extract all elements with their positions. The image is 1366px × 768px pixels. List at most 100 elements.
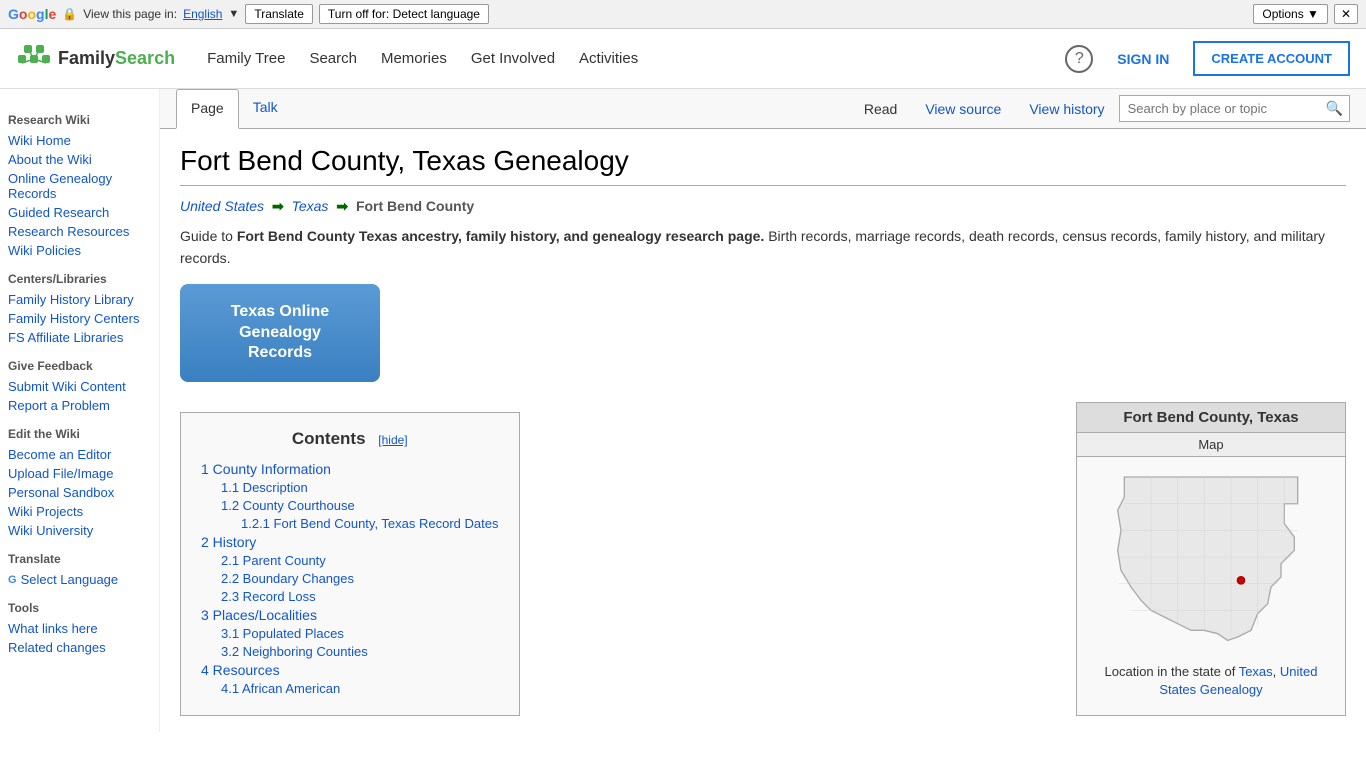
tab-read[interactable]: Read	[850, 91, 911, 127]
contents-item-2-2: 2.2 Boundary Changes	[221, 571, 499, 586]
sidebar-item-what-links-here[interactable]: What links here	[8, 619, 151, 638]
map-box-title: Fort Bend County, Texas	[1077, 403, 1345, 433]
sidebar-item-report-problem[interactable]: Report a Problem	[8, 396, 151, 415]
translate-button[interactable]: Translate	[245, 4, 313, 24]
sidebar-item-fs-affiliate[interactable]: FS Affiliate Libraries	[8, 328, 151, 347]
contents-link-2[interactable]: 2 History	[201, 534, 256, 550]
map-caption-texas-link[interactable]: Texas	[1239, 664, 1273, 679]
sidebar-title-translate: Translate	[8, 552, 151, 566]
sidebar-section-centers-libraries: Centers/Libraries Family History Library…	[8, 272, 151, 347]
nav-activities[interactable]: Activities	[571, 46, 646, 71]
sidebar-item-guided-research[interactable]: Guided Research	[8, 203, 151, 222]
contents-link-1-2[interactable]: 1.2 County Courthouse	[221, 498, 355, 513]
sidebar-item-about-wiki[interactable]: About the Wiki	[8, 150, 151, 169]
page-title: Fort Bend County, Texas Genealogy	[180, 145, 1346, 186]
wiki-search-button[interactable]: 🔍	[1320, 96, 1349, 121]
sidebar-item-submit-wiki[interactable]: Submit Wiki Content	[8, 377, 151, 396]
map-caption: Location in the state of Texas, United S…	[1077, 657, 1345, 709]
contents-item-4: 4 Resources	[201, 662, 499, 678]
options-button[interactable]: Options ▼	[1253, 4, 1328, 24]
breadcrumb: United States ➡ Texas ➡ Fort Bend County	[180, 198, 1346, 215]
sidebar-title-feedback: Give Feedback	[8, 359, 151, 373]
lock-icon: 🔒	[62, 7, 77, 21]
tab-page[interactable]: Page	[176, 89, 239, 129]
sidebar-item-family-history-library[interactable]: Family History Library	[8, 290, 151, 309]
breadcrumb-us[interactable]: United States	[180, 198, 264, 214]
map-box: Fort Bend County, Texas Map	[1076, 402, 1346, 716]
contents-item-2-1: 2.1 Parent County	[221, 553, 499, 568]
sidebar-item-wiki-university[interactable]: Wiki University	[8, 521, 151, 540]
sidebar-section-tools: Tools What links here Related changes	[8, 601, 151, 657]
create-account-button[interactable]: CREATE ACCOUNT	[1193, 41, 1350, 76]
sidebar-item-related-changes[interactable]: Related changes	[8, 638, 151, 657]
contents-hide-link[interactable]: [hide]	[378, 433, 407, 447]
contents-list: 1 County Information 1.1 Description 1.2…	[201, 461, 499, 696]
contents-item-1-2-1: 1.2.1 Fort Bend County, Texas Record Dat…	[241, 516, 499, 531]
sign-in-button[interactable]: SIGN IN	[1105, 43, 1181, 75]
contents-link-4[interactable]: 4 Resources	[201, 662, 280, 678]
sidebar-section-feedback: Give Feedback Submit Wiki Content Report…	[8, 359, 151, 415]
sidebar-item-wiki-policies[interactable]: Wiki Policies	[8, 241, 151, 260]
sidebar-item-research-resources[interactable]: Research Resources	[8, 222, 151, 241]
translate-prefix: View this page in:	[83, 7, 177, 21]
sidebar: Research Wiki Wiki Home About the Wiki O…	[0, 89, 160, 732]
contents-item-1: 1 County Information	[201, 461, 499, 477]
google-translate-mini-logo: G	[8, 574, 17, 586]
map-image-area	[1077, 457, 1345, 657]
translate-bar: Google 🔒 View this page in: English▼ Tra…	[0, 0, 1366, 29]
wiki-search-input[interactable]	[1120, 97, 1320, 120]
sidebar-item-wiki-home[interactable]: Wiki Home	[8, 131, 151, 150]
contents-link-1-1[interactable]: 1.1 Description	[221, 480, 308, 495]
contents-link-2-2[interactable]: 2.2 Boundary Changes	[221, 571, 354, 586]
sidebar-item-become-editor[interactable]: Become an Editor	[8, 445, 151, 464]
sidebar-title-centers: Centers/Libraries	[8, 272, 151, 286]
contents-link-3-2[interactable]: 3.2 Neighboring Counties	[221, 644, 368, 659]
contents-link-4-1[interactable]: 4.1 African American	[221, 681, 340, 696]
nav-get-involved[interactable]: Get Involved	[463, 46, 563, 71]
contents-link-3[interactable]: 3 Places/Localities	[201, 607, 317, 623]
sidebar-title-research-wiki: Research Wiki	[8, 113, 151, 127]
contents-link-3-1[interactable]: 3.1 Populated Places	[221, 626, 344, 641]
contents-link-2-3[interactable]: 2.3 Record Loss	[221, 589, 316, 604]
nav-memories[interactable]: Memories	[373, 46, 455, 71]
contents-item-3-1: 3.1 Populated Places	[221, 626, 499, 641]
breadcrumb-current: Fort Bend County	[356, 198, 474, 214]
sidebar-item-personal-sandbox[interactable]: Personal Sandbox	[8, 483, 151, 502]
tab-talk[interactable]: Talk	[239, 89, 292, 129]
contents-link-2-1[interactable]: 2.1 Parent County	[221, 553, 326, 568]
main-layout: Research Wiki Wiki Home About the Wiki O…	[0, 89, 1366, 732]
texas-genealogy-records-button[interactable]: Texas Online Genealogy Records	[180, 284, 380, 382]
sidebar-item-upload-file[interactable]: Upload File/Image	[8, 464, 151, 483]
tab-view-source[interactable]: View source	[911, 91, 1015, 127]
contents-item-1-2: 1.2 County Courthouse	[221, 498, 499, 513]
turn-off-button[interactable]: Turn off for: Detect language	[319, 4, 489, 24]
breadcrumb-texas[interactable]: Texas	[292, 198, 329, 214]
contents-item-2-3: 2.3 Record Loss	[221, 589, 499, 604]
sidebar-section-research-wiki: Research Wiki Wiki Home About the Wiki O…	[8, 113, 151, 260]
contents-item-1-1: 1.1 Description	[221, 480, 499, 495]
google-logo: Google	[8, 6, 56, 22]
contents-item-2: 2 History	[201, 534, 499, 550]
header-right: ? SIGN IN CREATE ACCOUNT	[1065, 41, 1350, 76]
contents-item-3-2: 3.2 Neighboring Counties	[221, 644, 499, 659]
content-area: Page Talk Read View source View history …	[160, 89, 1366, 732]
contents-link-1[interactable]: 1 County Information	[201, 461, 331, 477]
translate-lang-link[interactable]: English	[183, 7, 222, 21]
description-text: Guide to Fort Bend County Texas ancestry…	[180, 225, 1346, 270]
nav-family-tree[interactable]: Family Tree	[199, 46, 293, 71]
contents-link-1-2-1[interactable]: 1.2.1 Fort Bend County, Texas Record Dat…	[241, 516, 499, 531]
sidebar-item-select-language[interactable]: Select Language	[21, 570, 119, 589]
logo-link[interactable]: FamilySearch	[16, 41, 175, 77]
description-pre: Guide to	[180, 228, 237, 244]
nav-search[interactable]: Search	[301, 46, 365, 71]
logo-tree-icon	[16, 41, 52, 77]
tab-view-history[interactable]: View history	[1015, 91, 1118, 127]
sidebar-item-online-genealogy[interactable]: Online Genealogy Records	[8, 169, 151, 203]
sidebar-item-wiki-projects[interactable]: Wiki Projects	[8, 502, 151, 521]
close-translate-button[interactable]: ✕	[1334, 4, 1358, 24]
sidebar-item-family-history-centers[interactable]: Family History Centers	[8, 309, 151, 328]
sidebar-title-tools: Tools	[8, 601, 151, 615]
help-icon[interactable]: ?	[1065, 45, 1093, 73]
logo-text: FamilySearch	[58, 48, 175, 69]
sidebar-title-edit-wiki: Edit the Wiki	[8, 427, 151, 441]
